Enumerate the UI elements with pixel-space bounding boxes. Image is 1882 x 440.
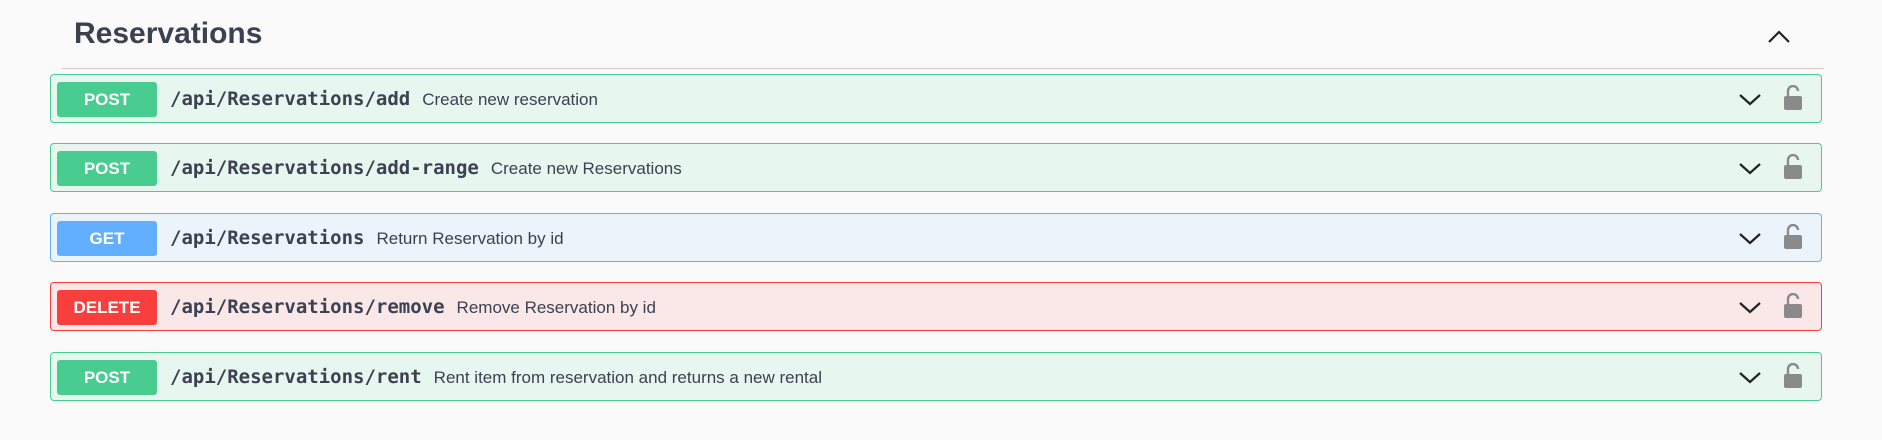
section-header[interactable]: Reservations [62, 0, 1824, 69]
operation-path: /api/Reservations/remove Remove Reservati… [170, 296, 656, 318]
path-text: /api/Reservations/rent [170, 366, 422, 388]
unlocked-padlock-icon[interactable] [1783, 154, 1803, 180]
chevron-up-icon[interactable] [1764, 22, 1794, 52]
chevron-down-icon[interactable] [1737, 366, 1763, 388]
section-title: Reservations [74, 17, 263, 50]
chevron-down-icon[interactable] [1737, 157, 1763, 179]
operation-summary: Rent item from reservation and returns a… [433, 368, 823, 387]
method-badge: POST [57, 360, 157, 395]
operation-row[interactable]: POST /api/Reservations/rent Rent item fro… [50, 352, 1822, 401]
unlocked-padlock-icon[interactable] [1783, 293, 1803, 319]
path-text: /api/Reservations/add-range [170, 157, 479, 179]
operation-summary: Remove Reservation by id [456, 298, 656, 317]
path-text: /api/Reservations/add [170, 88, 411, 110]
unlocked-padlock-icon[interactable] [1783, 363, 1803, 389]
operation-summary: Return Reservation by id [376, 229, 564, 248]
operation-summary: Create new reservation [422, 90, 598, 109]
path-text: /api/Reservations/remove [170, 296, 445, 318]
operation-path: /api/Reservations/add Create new reservat… [170, 88, 598, 110]
chevron-down-icon[interactable] [1737, 88, 1763, 110]
operation-row[interactable]: POST /api/Reservations/add Create new res… [50, 74, 1822, 123]
operation-path: /api/Reservations/rent Rent item from res… [170, 366, 822, 388]
operation-summary: Create new Reservations [490, 159, 682, 178]
unlocked-padlock-icon[interactable] [1783, 85, 1803, 111]
chevron-down-icon[interactable] [1737, 296, 1763, 318]
method-badge: POST [57, 151, 157, 186]
method-badge: DELETE [57, 290, 157, 325]
unlocked-padlock-icon[interactable] [1783, 224, 1803, 250]
operation-path: /api/Reservations Return Reservation by i… [170, 227, 564, 249]
operation-row[interactable]: DELETE /api/Reservations/remove Remove Re… [50, 282, 1822, 331]
method-badge: POST [57, 82, 157, 117]
operation-path: /api/Reservations/add-range Create new Re… [170, 157, 682, 179]
chevron-down-icon[interactable] [1737, 227, 1763, 249]
method-badge: GET [57, 221, 157, 256]
operation-row[interactable]: GET /api/Reservations Return Reservation … [50, 213, 1822, 262]
reservations-section: Reservations POST /api/Reservations/add C… [50, 0, 1824, 401]
path-text: /api/Reservations [170, 227, 365, 249]
operation-row[interactable]: POST /api/Reservations/add-range Create n… [50, 143, 1822, 192]
